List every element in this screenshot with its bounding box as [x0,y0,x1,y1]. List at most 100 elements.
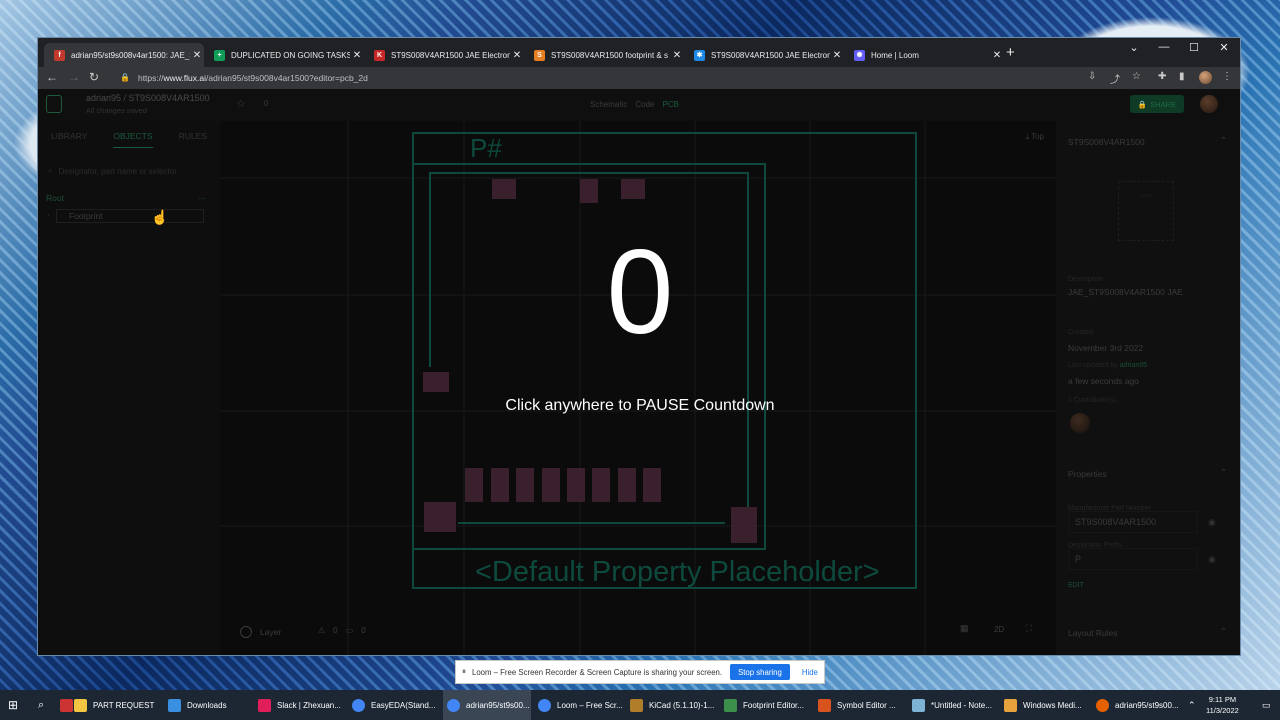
new-tab-icon[interactable]: + [1006,44,1015,61]
chevron-right-icon[interactable]: › [47,210,49,222]
pad[interactable] [731,507,757,543]
layer-selector[interactable]: Layer [240,626,281,638]
pad[interactable] [516,468,534,502]
warning-icon[interactable]: ⚠ [318,626,325,635]
back-icon[interactable]: ← [46,70,58,84]
collapse-rules-icon[interactable]: ⌃ [1220,626,1227,637]
taskbar-item-kicad[interactable]: KiCad (5.1.10)-1... [630,690,716,720]
star-icon[interactable]: ☆ [236,97,246,110]
edit-link[interactable]: EDIT [1068,582,1084,589]
mpn-field[interactable]: ST9S008V4AR1500 [1068,511,1198,533]
taskbar-item-symbol-editor[interactable]: Symbol Editor ... [818,690,904,720]
eye-off-icon[interactable]: ◉ [1208,554,1216,565]
mode-code[interactable]: Code [635,100,654,109]
taskbar-item-footprint-editor[interactable]: Footprint Editor... [724,690,810,720]
description-value[interactable]: JAE_ST9S008V4AR1500 JAE [1068,287,1188,297]
pcb-canvas[interactable]: P# <Default Property Placeholder> ⤓ Top … [220,121,1056,655]
tab-close-icon[interactable]: ✕ [990,50,1004,61]
tab-close-icon[interactable]: ✕ [350,50,364,61]
taskbar-item-flux[interactable]: adrian95/st9s00... [443,690,531,720]
pad[interactable] [643,468,661,502]
maximize-icon[interactable]: ☐ [1180,41,1208,54]
pad[interactable] [424,502,456,532]
start-icon[interactable]: ⊞ [8,690,18,720]
profile-avatar[interactable] [1199,71,1212,84]
drag-handle-icon[interactable]: ⏸ [462,667,466,677]
pad[interactable] [592,468,610,502]
taskbar-item-loom[interactable]: Loom – Free Scr... [538,690,624,720]
pad[interactable] [618,468,636,502]
forward-icon[interactable]: → [68,70,80,84]
side-panel-icon[interactable]: ▮ [1179,71,1185,82]
view-side-toggle[interactable]: ⤓ Top [1025,132,1044,142]
tree-item-footprint[interactable]: › Footprint [47,209,204,223]
mode-schematic[interactable]: Schematic [590,100,627,109]
tab-close-icon[interactable]: ✕ [510,50,524,61]
grid-icon[interactable]: ▦ [960,623,969,634]
taskbar-item-easyeda[interactable]: EasyEDA(Stand... [352,690,438,720]
tray-chevron-icon[interactable]: ⌃ [1188,690,1196,720]
tab-library[interactable]: LIBRARY [51,131,87,148]
eye-off-icon[interactable]: ◉ [1208,517,1216,528]
taskbar-item-media-player[interactable]: Windows Medi... [1004,690,1090,720]
tab-rules[interactable]: RULES [179,131,207,148]
tab-close-icon[interactable]: ✕ [190,50,204,61]
tab-jae-electronic-1[interactable]: K ST9S008V4AR1500 JAE Electronic ✕ [364,43,524,67]
collapse-properties-icon[interactable]: ⌃ [1220,467,1227,478]
contributor-avatar[interactable] [1070,413,1090,433]
tab-jae-electronic-2[interactable]: ✱ ST9S008V4AR1500 JAE Electronic ✕ [684,43,844,67]
project-path[interactable]: adrian95 / ST9S008V4AR1500 [86,93,210,103]
share-page-icon[interactable]: ⤴ [1110,71,1120,86]
mode-pcb[interactable]: PCB [662,100,678,109]
pad[interactable] [492,179,516,199]
taskbar-item-downloads[interactable]: Downloads [168,690,254,720]
stop-sharing-button[interactable]: Stop sharing [730,664,790,680]
pause-countdown-hint[interactable]: Click anywhere to PAUSE Countdown [440,397,840,415]
pad[interactable] [465,468,483,502]
hide-button[interactable]: Hide [802,668,818,677]
tab-search-icon[interactable]: ⌄ [1120,41,1148,54]
updated-by[interactable]: adrian95 [1120,362,1147,369]
tree-item-root[interactable]: Root ··· [46,193,206,203]
reload-icon[interactable]: ↻ [89,70,99,84]
tab-duplicated-tasks[interactable]: + DUPLICATED ON GOING TASKS ✕ [204,43,364,67]
pad[interactable] [491,468,509,502]
pad[interactable] [621,179,645,199]
browser-menu-icon[interactable]: ⋮ [1222,71,1232,82]
tab-close-icon[interactable]: ✕ [670,50,684,61]
notifications-icon[interactable]: ▭ [1262,690,1271,720]
more-icon[interactable]: ··· [198,193,207,203]
bookmark-star-icon[interactable]: ☆ [1132,71,1141,82]
install-app-icon[interactable]: ⇩ [1088,71,1096,82]
user-avatar[interactable] [1200,95,1218,113]
taskbar-item-part-request[interactable]: PART REQUEST [74,690,162,720]
taskbar-item-slack[interactable]: Slack | Zhexuan... [258,690,348,720]
taskbar-app-icon[interactable] [60,690,73,720]
pad[interactable] [567,468,585,502]
fullscreen-icon[interactable]: ⛶ [1026,623,1032,634]
pad[interactable] [580,179,598,203]
comment-icon[interactable]: ▭ [346,626,354,635]
pad[interactable] [542,468,560,502]
address-bar[interactable]: 🔒 https://www.flux.ai/adrian95/st9s008v4… [114,68,1074,87]
tab-flux-project[interactable]: f adrian95/st9s008v4ar1500: JAE_S ✕ [44,43,204,67]
pad[interactable] [423,372,449,392]
object-search-input[interactable]: ⌕ Designator, part name or selector [48,162,208,180]
tab-loom-home[interactable]: ✺ Home | Loom ✕ [844,43,1004,67]
collapse-icon[interactable]: ⌃ [1220,135,1227,146]
tab-objects[interactable]: OBJECTS [113,131,153,148]
taskbar-item-notepad[interactable]: *Untitled - Note... [912,690,998,720]
search-icon[interactable]: ⌕ [38,690,44,720]
view-mode-toggle[interactable]: 2D [994,625,1004,634]
minimize-icon[interactable]: — [1150,41,1178,53]
extensions-icon[interactable]: ✚ [1158,71,1166,82]
tab-footprint[interactable]: S ST9S008V4AR1500 footprint & s ✕ [524,43,684,67]
flux-logo-icon[interactable] [46,95,62,113]
prefix-field[interactable]: P [1068,548,1198,570]
close-window-icon[interactable]: ✕ [1210,41,1238,54]
taskbar-item-firefox[interactable]: adrian95/st9s00... [1096,690,1182,720]
countdown-number[interactable]: 0 [560,232,720,352]
system-clock[interactable]: 9:11 PM 11/3/2022 [1206,694,1239,716]
share-button[interactable]: 🔒 SHARE [1130,95,1184,113]
tab-close-icon[interactable]: ✕ [830,50,844,61]
